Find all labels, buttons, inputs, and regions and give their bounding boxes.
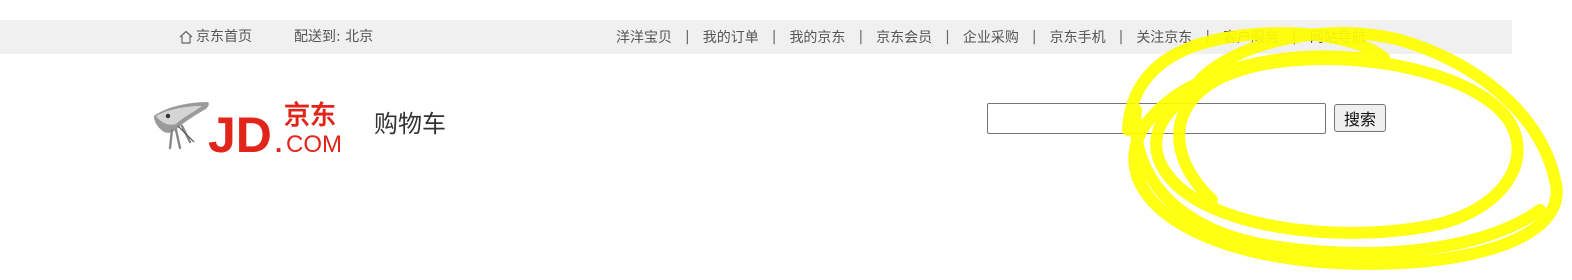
nav-separator: | [1031, 29, 1037, 45]
search-button[interactable]: 搜索 [1334, 104, 1386, 132]
logo-cn-text: 京东 [284, 100, 336, 131]
page: 京东首页 配送到: 北京 洋洋宝贝 | 我的订单 | 我的京东 | 京东会员 | 企业采购 | 京东… [0, 0, 1572, 280]
nav-separator: | [858, 29, 864, 45]
home-icon [179, 30, 193, 44]
top-shortcut-bar: 京东首页 配送到: 北京 洋洋宝贝 | 我的订单 | 我的京东 | 京东会员 | 企业采购 | 京东… [0, 20, 1512, 54]
top-nav-item[interactable]: 网站导航 [1310, 27, 1366, 47]
nav-separator: | [1292, 29, 1297, 45]
top-nav-item[interactable]: 我的订单 [703, 27, 759, 47]
top-nav-item[interactable]: 企业采购 [963, 27, 1019, 47]
top-nav-item[interactable]: 客户服务 [1223, 27, 1279, 47]
jd-logo[interactable]: JD . 京东 COM [150, 98, 350, 156]
nav-separator: | [685, 29, 690, 45]
logo-com-text: COM [286, 131, 342, 156]
top-nav-item[interactable]: 洋洋宝贝 [616, 27, 672, 47]
joy-mascot-icon [154, 102, 209, 150]
nav-separator: | [945, 29, 950, 45]
logo-dot-text: . [275, 128, 282, 156]
top-nav-item[interactable]: 我的京东 [789, 27, 845, 47]
nav-separator: | [1205, 29, 1211, 45]
home-link-label: 京东首页 [196, 29, 252, 45]
page-title: 购物车 [374, 110, 446, 138]
top-nav-item[interactable]: 京东会员 [876, 27, 932, 47]
nav-separator: | [771, 29, 777, 45]
top-nav: 洋洋宝贝 | 我的订单 | 我的京东 | 京东会员 | 企业采购 | 京东手机 | 关注京东 | 客户服务 |… [616, 20, 1366, 54]
search-input[interactable] [987, 103, 1326, 134]
nav-separator: | [1118, 29, 1124, 45]
top-nav-item[interactable]: 关注京东 [1136, 27, 1192, 47]
logo-jd-text: JD [208, 107, 272, 156]
top-nav-item[interactable]: 京东手机 [1050, 27, 1106, 47]
delivery-location[interactable]: 配送到: 北京 [294, 20, 373, 54]
home-link[interactable]: 京东首页 [178, 20, 252, 54]
